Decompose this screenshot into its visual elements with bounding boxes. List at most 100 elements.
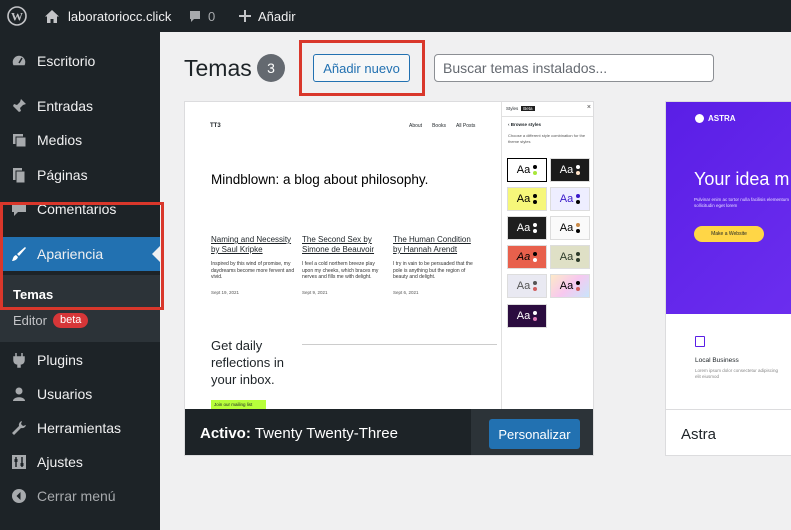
theme-screenshot[interactable]: TT3 About Books All Posts Mindblown: a b… xyxy=(185,102,593,409)
astra-feature-text: Lorem ipsum dolor consectetur adipiscing… xyxy=(695,368,779,379)
preview-headline: Mindblown: a blog about philosophy. xyxy=(211,172,429,187)
preview-post-title: The Second Sex by Simone de Beauvoir xyxy=(302,235,375,254)
preview-post-excerpt: I feel a cold northern breeze play upon … xyxy=(302,261,379,280)
sidebar-label-collapse: Cerrar menú xyxy=(37,488,116,504)
themes-count-badge: 3 xyxy=(257,54,285,82)
pin-icon xyxy=(1,97,37,115)
browse-styles-label: ‹ Browse styles xyxy=(508,122,542,127)
styles-panel-divider xyxy=(502,116,593,117)
submenu-label-editor: Editor xyxy=(13,313,47,328)
media-icon xyxy=(1,131,37,149)
preview-divider xyxy=(302,344,497,345)
theme-card-active[interactable]: TT3 About Books All Posts Mindblown: a b… xyxy=(184,101,594,456)
preview-post: The Second Sex by Simone de Beauvoir I f… xyxy=(302,235,386,298)
site-name-label: laboratoriocc.click xyxy=(68,8,172,24)
submenu-item-editor[interactable]: Editor beta xyxy=(13,313,89,328)
appearance-submenu: Temas Editor beta xyxy=(0,275,160,342)
preview-post-date: Sept 19, 2021 xyxy=(211,289,240,295)
sidebar-item-settings[interactable]: Ajustes xyxy=(0,445,160,479)
sidebar-label-plugins: Plugins xyxy=(37,352,83,368)
preview-join-button: Join our mailing list xyxy=(211,400,266,409)
styles-panel-title: Styles xyxy=(506,106,519,111)
dashboard-icon xyxy=(1,52,37,70)
sidebar-item-dashboard[interactable]: Escritorio xyxy=(0,44,160,78)
styles-panel-beta: Beta xyxy=(521,106,535,111)
add-new-theme-button[interactable]: Añadir nuevo xyxy=(313,54,410,82)
sidebar-label-users: Usuarios xyxy=(37,386,93,402)
astra-subtext: Pulvinar enim ac tortor nulla facilisis … xyxy=(694,197,790,208)
browse-styles-desc: Choose a different style combination for… xyxy=(508,133,586,144)
astra-logo-text: ASTRA xyxy=(708,114,736,123)
astra-theme-name: Astra xyxy=(681,426,717,443)
active-theme-footer: Activo: Twenty Twenty-Three Personalizar xyxy=(185,409,593,455)
preview-nav-item: Books xyxy=(432,123,446,129)
wordpress-logo-icon[interactable]: W xyxy=(7,0,27,32)
site-name-link[interactable]: laboratoriocc.click xyxy=(44,0,171,32)
comments-link[interactable]: 0 xyxy=(188,0,215,32)
home-icon xyxy=(45,9,59,23)
sidebar-item-media[interactable]: Medios xyxy=(0,123,160,157)
comment-bubble-icon xyxy=(190,11,200,22)
sidebar-label-comments: Comentarios xyxy=(37,201,117,217)
sidebar-label-appearance: Apariencia xyxy=(37,246,104,262)
collapse-icon xyxy=(1,487,37,505)
style-swatch: Aa xyxy=(550,216,590,240)
active-theme-label: Activo: Twenty Twenty-Three xyxy=(200,425,398,442)
styles-panel-header: Styles Beta xyxy=(506,106,535,111)
preview-cta: Get daily reflections in your inbox. xyxy=(211,338,284,387)
submenu-label-themes: Temas xyxy=(13,287,54,302)
beta-badge: beta xyxy=(52,313,89,328)
active-prefix: Activo: xyxy=(200,425,251,442)
preview-nav: About Books All Posts xyxy=(409,123,475,129)
sidebar-item-appearance[interactable]: Apariencia xyxy=(0,237,160,271)
comments-count: 0 xyxy=(208,8,216,24)
astra-headline: Your idea m xyxy=(694,169,790,189)
admin-bar-add-new[interactable]: Añadir xyxy=(239,0,296,32)
sidebar-item-users[interactable]: Usuarios xyxy=(0,377,160,411)
astra-feature-title: Local Business xyxy=(695,357,739,364)
astra-theme-footer: Astra xyxy=(666,409,791,455)
sidebar-item-posts[interactable]: Entradas xyxy=(0,89,160,123)
style-swatch: Aa xyxy=(507,304,547,328)
sidebar-label-posts: Entradas xyxy=(37,98,94,114)
sidebar-label-dashboard: Escritorio xyxy=(37,53,96,69)
style-swatch: Aa xyxy=(550,245,590,269)
customize-button[interactable]: Personalizar xyxy=(489,419,580,449)
preview-nav-item: All Posts xyxy=(455,123,476,129)
sidebar-label-media: Medios xyxy=(37,132,83,148)
close-icon: × xyxy=(586,104,591,111)
style-swatch: Aa xyxy=(507,158,547,182)
sidebar-item-plugins[interactable]: Plugins xyxy=(0,343,160,377)
building-icon xyxy=(695,336,705,347)
astra-theme-screenshot[interactable]: ASTRA Your idea m Pulvinar enim ac torto… xyxy=(666,102,791,314)
plugin-icon xyxy=(1,351,37,369)
preview-post-title: The Human Condition by Hannah Arendt xyxy=(393,235,471,254)
style-swatch: Aa xyxy=(550,274,590,298)
style-swatch: Aa xyxy=(507,187,547,211)
sidebar-label-pages: Páginas xyxy=(37,167,88,183)
svg-text:W: W xyxy=(11,10,23,24)
sidebar-label-settings: Ajustes xyxy=(37,454,83,470)
preview-post: The Human Condition by Hannah Arendt I t… xyxy=(393,235,477,298)
brush-icon xyxy=(1,245,37,263)
add-new-label: Añadir xyxy=(258,8,296,24)
sidebar-label-tools: Herramientas xyxy=(37,420,122,436)
search-themes-input[interactable] xyxy=(434,54,714,82)
plus-icon xyxy=(239,10,251,22)
browse-styles-text: Browse styles xyxy=(510,122,542,127)
astra-cta-button: Make a Website xyxy=(694,226,764,242)
theme-card-astra[interactable]: ASTRA Your idea m Pulvinar enim ac torto… xyxy=(665,101,791,456)
preview-post-excerpt: Inspired by this wind of promise, my day… xyxy=(211,261,295,280)
style-swatch: Aa xyxy=(507,245,547,269)
style-swatch: Aa xyxy=(550,187,590,211)
preview-post-excerpt: I try in vain to be persuaded that the p… xyxy=(393,261,473,280)
preview-nav-item: About xyxy=(409,123,423,129)
sidebar-item-pages[interactable]: Páginas xyxy=(0,158,160,192)
sidebar-item-comments[interactable]: Comentarios xyxy=(0,192,160,226)
sidebar-item-tools[interactable]: Herramientas xyxy=(0,411,160,445)
sidebar-collapse-menu[interactable]: Cerrar menú xyxy=(0,479,160,513)
active-theme-name: Twenty Twenty-Three xyxy=(254,425,398,442)
submenu-item-themes[interactable]: Temas xyxy=(13,287,53,302)
admin-bar: W laboratoriocc.click 0 Añadir xyxy=(0,0,791,32)
preview-post-date: Sept 9, 2021 xyxy=(302,289,328,295)
